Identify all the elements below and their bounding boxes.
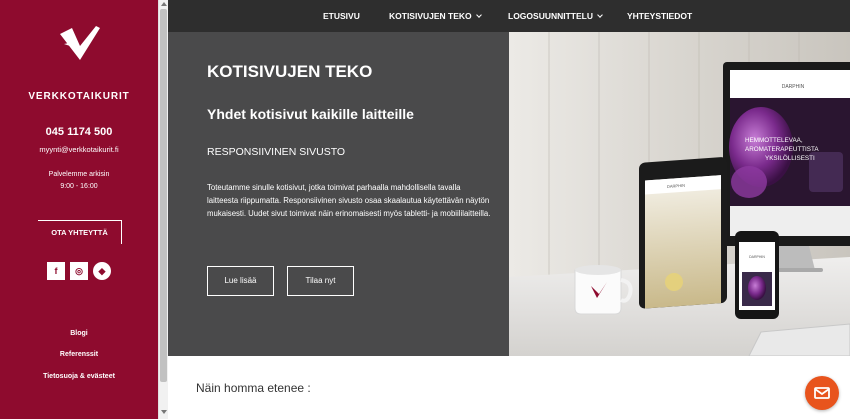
nav-item-label: KOTISIVUJEN TEKO <box>389 11 472 21</box>
hero-devices-image: DARPHIN HEMMOTTELEVAA, AROMATERAPEUTTISTA… <box>509 32 850 356</box>
order-now-button[interactable]: Tilaa nyt <box>287 266 354 296</box>
hero-description: Toteutamme sinulle kotisivut, jotka toim… <box>207 183 491 218</box>
hero-title: KOTISIVUJEN TEKO <box>207 62 373 81</box>
sidebar-scrollbar[interactable] <box>158 0 168 419</box>
brand-name[interactable]: VERKKOTAIKURIT <box>0 91 158 102</box>
chat-button[interactable] <box>805 376 839 410</box>
contact-button[interactable]: OTA YHTEYTTÄ <box>38 220 122 244</box>
monitor-brand: DARPHIN <box>782 84 805 90</box>
hero-subtitle: Yhdet kotisivut kaikille laitteille <box>207 106 414 122</box>
sidebar-link-privacy[interactable]: Tietosuoja & evästeet <box>0 373 158 380</box>
nav-item-label: LOGOSUUNNITTELU <box>508 11 593 21</box>
facebook-icon[interactable]: f <box>47 262 65 280</box>
progress-section-title: Näin homma etenee : <box>196 381 311 395</box>
scroll-up-arrow-icon[interactable] <box>161 2 167 6</box>
scroll-down-arrow-icon[interactable] <box>161 410 167 414</box>
sidebar-link-blog[interactable]: Blogi <box>0 330 158 337</box>
verkkotaikurit-logo-icon[interactable] <box>58 26 102 62</box>
chevron-down-icon <box>475 12 482 18</box>
hours-time: 9:00 - 16:00 <box>60 183 98 190</box>
mail-chat-icon <box>814 387 830 399</box>
sidebar: VERKKOTAIKURIT 045 1174 500 myynti@verkk… <box>0 0 158 419</box>
page: VERKKOTAIKURIT 045 1174 500 myynti@verkk… <box>0 0 850 419</box>
main-nav: ETUSIVU KOTISIVUJEN TEKO LOGOSUUNNITTELU… <box>168 0 850 32</box>
hero-tagline: RESPONSIIVINEN SIVUSTO <box>207 146 346 158</box>
nav-item-home[interactable]: ETUSIVU <box>323 0 360 32</box>
phone-number[interactable]: 045 1174 500 <box>0 126 158 138</box>
sidebar-link-references[interactable]: Referenssit <box>0 351 158 358</box>
social-links: f ◎ ◆ <box>47 262 111 280</box>
nav-item-label: YHTEYSTIEDOT <box>627 11 693 21</box>
nav-item-website-design[interactable]: KOTISIVUJEN TEKO <box>389 0 482 32</box>
phone-brand: DARPHIN <box>749 255 765 259</box>
hours-label: Palvelemme arkisin <box>48 171 110 178</box>
nav-item-label: ETUSIVU <box>323 11 360 21</box>
instagram-icon[interactable]: ◎ <box>70 262 88 280</box>
partner-diamond-icon[interactable]: ◆ <box>93 262 111 280</box>
chevron-down-icon <box>597 12 603 18</box>
nav-item-contact[interactable]: YHTEYSTIEDOT <box>627 0 692 32</box>
devices-illustration: DARPHIN HEMMOTTELEVAA, AROMATERAPEUTTISTA… <box>509 32 850 356</box>
nav-item-logo-design[interactable]: LOGOSUUNNITTELU <box>508 0 603 32</box>
scroll-thumb[interactable] <box>160 9 167 382</box>
hero-panel: KOTISIVUJEN TEKO Yhdet kotisivut kaikill… <box>168 32 509 356</box>
email-link[interactable]: myynti@verkkotaikurit.fi <box>0 145 158 154</box>
read-more-button[interactable]: Lue lisää <box>207 266 274 296</box>
